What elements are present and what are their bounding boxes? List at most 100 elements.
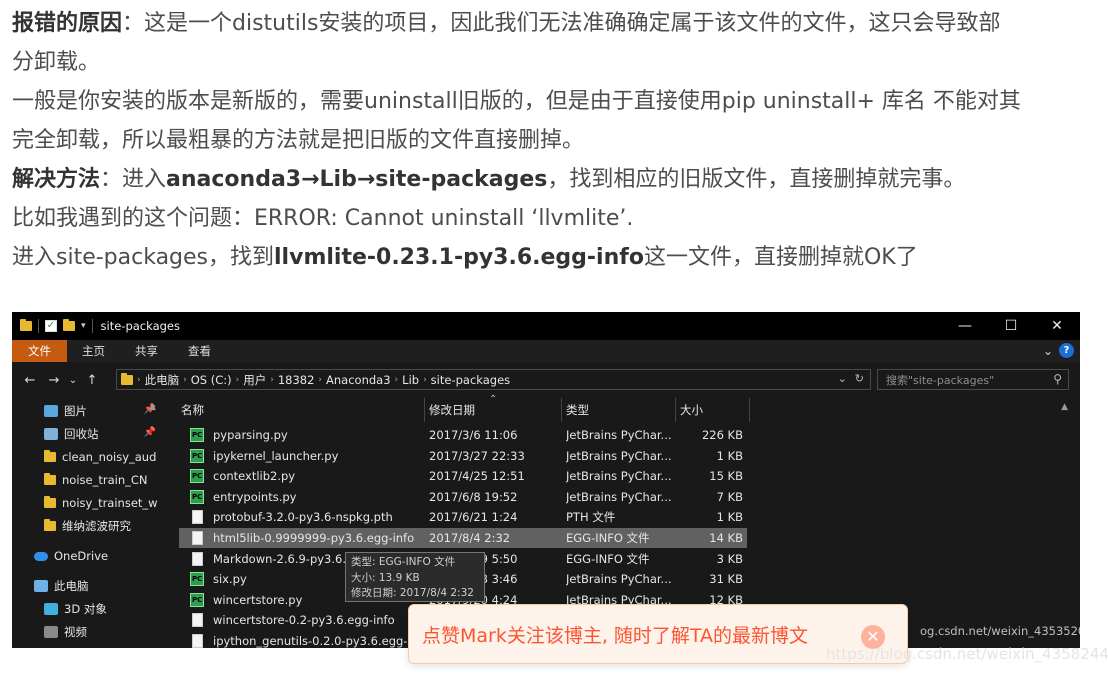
tab-file[interactable]: 文件: [12, 340, 67, 362]
python-file-icon: PC: [190, 469, 204, 484]
sidebar-item-3d-objects[interactable]: 3D 对象: [44, 598, 180, 620]
file-type: JetBrains PyChar...: [566, 448, 672, 463]
file-type: EGG-INFO 文件: [566, 551, 650, 566]
forward-button[interactable]: →: [42, 373, 66, 388]
up-button[interactable]: ↑: [80, 373, 104, 388]
tab-share[interactable]: 共享: [120, 340, 173, 362]
breadcrumb-site-packages[interactable]: site-packages: [431, 373, 510, 387]
recent-locations-icon[interactable]: ⌄: [66, 375, 80, 386]
expand-ribbon-icon[interactable]: ⌄: [1043, 344, 1053, 358]
maximize-button[interactable]: ☐: [988, 312, 1034, 340]
toast-text[interactable]: 点赞Mark关注该博主, 随时了解TA的最新博文: [422, 621, 808, 648]
sidebar-item-label: 图片: [64, 404, 87, 418]
properties-icon[interactable]: ✓: [45, 320, 57, 332]
article-body: 报错的原因：这是一个distutils安装的项目，因此我们无法准确确定属于该文件…: [12, 4, 1092, 277]
sidebar-item-label: OneDrive: [54, 549, 109, 563]
breadcrumb-anaconda3[interactable]: Anaconda3: [326, 373, 391, 387]
cause-text: ：这是一个distutils安装的项目，因此我们无法准确确定属于该文件的文件，这…: [122, 11, 1001, 36]
video-icon: [44, 626, 58, 638]
divider: [91, 319, 93, 333]
file-type: JetBrains PyChar...: [566, 489, 672, 504]
cloud-icon: [34, 551, 48, 561]
column-header-date[interactable]: 修改日期: [429, 398, 475, 422]
file-row[interactable]: PC ipykernel_launcher.py 2017/3/27 22:33 Je…: [179, 446, 747, 466]
folder-icon: [44, 450, 56, 462]
chevron-right-icon[interactable]: ›: [395, 375, 399, 385]
close-button[interactable]: ✕: [1034, 312, 1080, 340]
breadcrumb-user[interactable]: 18382: [278, 373, 315, 387]
sidebar-item-label: 维纳滤波研究: [62, 519, 131, 533]
file-date: 2017/3/27 22:33: [429, 448, 525, 463]
chevron-right-icon[interactable]: ›: [137, 375, 141, 385]
file-date: 2017/6/8 19:52: [429, 489, 518, 504]
file-row[interactable]: PC entrypoints.py 2017/6/8 19:52 JetBrains …: [179, 487, 747, 507]
sidebar-item-clean-noisy[interactable]: clean_noisy_aud: [44, 446, 180, 468]
sidebar-item-onedrive[interactable]: OneDrive: [34, 545, 170, 567]
file-size: 226 KB: [701, 428, 743, 442]
python-file-icon: PC: [190, 572, 204, 587]
explain-text-2: 完全卸载，所以最粗暴的方法就是把旧版的文件直接删掉。: [12, 128, 585, 153]
paragraph-example: 比如我遇到的这个问题：ERROR: Cannot uninstall ‘llvm…: [12, 199, 1092, 238]
sort-ascending-icon: ⌃: [489, 394, 498, 405]
sidebar-item-label: 此电脑: [54, 579, 89, 593]
paragraph-solution: 解决方法：进入anaconda3→Lib→site-packages，找到相应的…: [12, 160, 1092, 199]
folder-icon: [44, 519, 56, 531]
file-row[interactable]: PC contextlib2.py 2017/4/25 12:51 JetBrains…: [179, 466, 747, 486]
new-folder-icon[interactable]: [63, 319, 75, 331]
column-divider[interactable]: [675, 398, 676, 422]
folder-icon: [20, 319, 32, 331]
paragraph-explain-2: 完全卸载，所以最粗暴的方法就是把旧版的文件直接删掉。: [12, 121, 1092, 160]
file-row[interactable]: html5lib-0.9999999-py3.6.egg-info 2017/8/…: [179, 528, 747, 548]
sidebar-item-recycle-bin[interactable]: 回收站: [44, 423, 180, 445]
python-file-icon: PC: [190, 428, 204, 442]
column-divider[interactable]: [561, 398, 562, 422]
file-icon: [192, 510, 203, 525]
explorer-titlebar: ✓ ▾ site-packages — ☐ ✕: [12, 312, 1080, 340]
tab-view[interactable]: 查看: [173, 340, 226, 362]
sidebar-item-label: noise_train_CN: [62, 473, 148, 487]
solution-text-end: ，找到相应的旧版文件，直接删掉就完事。: [547, 167, 966, 192]
sidebar-item-videos[interactable]: 视频: [44, 621, 180, 643]
solution-heading: 解决方法: [12, 167, 101, 192]
chevron-right-icon[interactable]: ›: [270, 375, 274, 385]
file-tooltip: 类型: EGG-INFO 文件 大小: 13.9 KB 修改日期: 2017/8…: [345, 552, 485, 602]
help-icon[interactable]: ?: [1059, 343, 1074, 358]
column-divider[interactable]: [749, 398, 750, 422]
breadcrumb-users[interactable]: 用户: [243, 372, 266, 388]
sidebar-item-noisy-trainset[interactable]: noisy_trainset_w: [44, 492, 180, 514]
computer-icon: [34, 580, 48, 592]
sidebar-item-noise-train[interactable]: noise_train_CN: [44, 469, 180, 491]
address-row: ← → ⌄ ↑ › 此电脑 › OS (C:) › 用户 › 18382 › A…: [12, 366, 1080, 394]
back-button[interactable]: ←: [18, 373, 42, 388]
minimize-button[interactable]: —: [942, 312, 988, 340]
sidebar-item-wiener-filter[interactable]: 维纳滤波研究: [44, 515, 180, 537]
file-icon: [192, 634, 203, 648]
file-size: 7 KB: [716, 489, 743, 504]
chevron-right-icon[interactable]: ›: [423, 375, 427, 385]
sidebar-item-label: 3D 对象: [64, 602, 107, 616]
scroll-up-icon[interactable]: ▲: [1061, 402, 1068, 412]
breadcrumb-this-pc[interactable]: 此电脑: [145, 372, 180, 388]
breadcrumb-lib[interactable]: Lib: [402, 373, 419, 387]
pin-icon[interactable]: 📌: [144, 427, 156, 438]
search-input[interactable]: 搜索"site-packages" ⚲: [877, 369, 1069, 390]
quick-access-toolbar-dropdown-icon[interactable]: ▾: [81, 321, 86, 331]
sidebar-item-pictures[interactable]: 图片: [44, 400, 180, 422]
chevron-right-icon[interactable]: ›: [183, 375, 187, 385]
address-bar[interactable]: › 此电脑 › OS (C:) › 用户 › 18382 › Anaconda3…: [116, 369, 871, 390]
window-title: site-packages: [100, 319, 180, 333]
address-dropdown-icon[interactable]: ⌄: [838, 372, 847, 385]
breadcrumb-os-c[interactable]: OS (C:): [191, 373, 232, 387]
scroll-up-icon[interactable]: ▲: [149, 402, 156, 412]
chevron-right-icon[interactable]: ›: [318, 375, 322, 385]
file-row[interactable]: protobuf-3.2.0-py3.6-nspkg.pth 2017/6/21 …: [179, 507, 747, 527]
tab-home[interactable]: 主页: [67, 340, 120, 362]
column-header-size[interactable]: 大小: [680, 398, 703, 422]
file-row[interactable]: PC pyparsing.py 2017/3/6 11:06 JetBrains Py…: [179, 425, 747, 445]
column-header-name[interactable]: 名称: [181, 398, 204, 422]
column-divider[interactable]: [424, 398, 425, 422]
refresh-icon[interactable]: ↻: [855, 372, 864, 385]
sidebar-item-this-pc[interactable]: 此电脑: [34, 575, 170, 597]
column-header-type[interactable]: 类型: [566, 398, 589, 422]
chevron-right-icon[interactable]: ›: [236, 375, 240, 385]
